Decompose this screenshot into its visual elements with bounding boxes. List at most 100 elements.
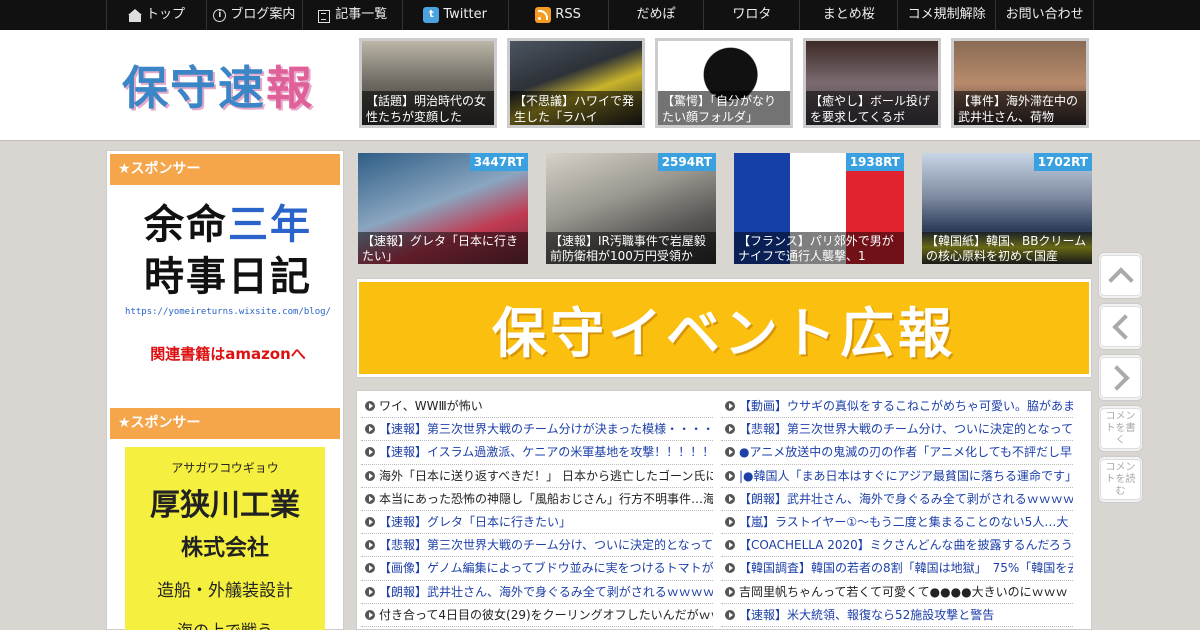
list-item[interactable]: 付き合って4日目の彼女(29)をクーリングオフしたいんだがｗｗ	[361, 604, 713, 627]
list-item[interactable]: 【COACHELLA 2020】ミクさんどんな曲を披露するんだろうね	[721, 534, 1073, 558]
event-banner[interactable]: 保守イベント広報	[356, 278, 1092, 378]
list-item[interactable]: |●韓国人「まあ日本はすぐにアジア最貧国に落ちる運命です」	[721, 465, 1073, 488]
event-banner-inner: 保守イベント広報	[359, 282, 1089, 374]
list-item[interactable]: 本当にあった恐怖の神隠し「風船おじさん」行方不明事件…海	[361, 488, 713, 511]
article-link[interactable]: 【速報】イスラム過激派、ケニアの米軍基地を攻撃！！！！！	[379, 445, 713, 459]
rt-count-badge: 1938RT	[845, 153, 904, 171]
article-list-right: 【動画】ウサギの真似をするこねこがめちゃ可愛い。脇があま 【悲報】第三次世界大戦…	[721, 395, 1073, 627]
list-item[interactable]: 吉岡里帆ちゃんって若くて可愛くて●●●●大きいのにｗｗｗ	[721, 581, 1073, 604]
article-link[interactable]: ●アニメ放送中の鬼滅の刃の作者「アニメ化しても不評だし早	[739, 445, 1072, 459]
list-item[interactable]: 【悲報】第三次世界大戦のチーム分け、ついに決定的となって	[361, 534, 713, 558]
ad-title-line2: 時事日記	[144, 254, 312, 300]
article-link[interactable]: 【速報】グレタ「日本に行きたい」	[379, 515, 571, 529]
sponsor-ad-asagawa[interactable]: アサガワコウギョウ 厚狭川工業 株式会社 造船・外艤装設計 海の上で戦う	[125, 447, 325, 630]
sponsor-heading: ★スポンサー	[110, 154, 340, 185]
article-link[interactable]: 【悲報】第三次世界大戦のチーム分け、ついに決定的となって	[379, 538, 713, 552]
article-link[interactable]: 【悲報】第三次世界大戦のチーム分け、ついに決定的となって	[739, 422, 1073, 436]
nav-contact[interactable]: お問い合わせ	[996, 0, 1095, 30]
scroll-top-button[interactable]	[1098, 252, 1143, 299]
article-link[interactable]: 【COACHELLA 2020】ミクさんどんな曲を披露するんだろうね	[739, 538, 1073, 552]
list-item[interactable]: 【動画】ウサギの真似をするこねこがめちゃ可愛い。脇があま	[721, 395, 1073, 419]
header-thumb[interactable]: 【驚愕】「自分がなりたい顔フォルダ」	[655, 38, 793, 128]
thumb-caption: 【話題】明治時代の女性たちが変顔した	[362, 91, 494, 125]
ad-company-name: 厚狭川工業	[150, 488, 300, 523]
chevron-left-icon	[1100, 306, 1141, 347]
ranking-item[interactable]: 2594RT 【速報】IR汚職事件で岩屋毅前防衛相が100万円受領か	[546, 153, 716, 264]
nav-label: ブログ案内	[230, 7, 296, 22]
ad-kana: アサガワコウギョウ	[171, 461, 279, 475]
nav-label: トップ	[145, 7, 185, 22]
nav-label: お問い合わせ	[1005, 7, 1084, 22]
article-link[interactable]: 【速報】米大統領、報復なら52施設攻撃と警告	[739, 608, 994, 622]
list-item[interactable]: 海外「日本に送り返すべきだ！」 日本から逃亡したゴーン氏に	[361, 465, 713, 488]
ad-title-line1: 余命三年	[123, 199, 333, 251]
banner-text: 保守イベント広報	[492, 301, 956, 365]
write-comment-button[interactable]: コメントを書く	[1098, 405, 1143, 452]
read-comment-label: コメントを読む	[1100, 459, 1141, 500]
ranking-item[interactable]: 1938RT 【フランス】パリ郊外で男がナイフで通行人襲撃、1	[734, 153, 904, 264]
next-article-button[interactable]	[1098, 354, 1143, 401]
article-link[interactable]: 【画像】ゲノム編集によってブドウ並みに実をつけるトマトが	[379, 561, 713, 575]
list-item[interactable]: 【悲報】第三次世界大戦のチーム分け、ついに決定的となって	[721, 418, 1073, 442]
logo-text: 報	[266, 61, 314, 115]
article-link[interactable]: 本当にあった恐怖の神隠し「風船おじさん」行方不明事件…海	[379, 492, 713, 506]
read-comment-button[interactable]: コメントを読む	[1098, 456, 1143, 503]
article-link[interactable]: 【朗報】武井壮さん、海外で身ぐるみ全て剥がされるｗｗｗｗ	[739, 492, 1073, 506]
sponsor-ad-yomei[interactable]: 余命三年 時事日記 https://yomeireturns.wixsite.c…	[123, 199, 333, 389]
article-link[interactable]: |●韓国人「まあ日本はすぐにアジア最貧国に落ちる運命です」	[739, 469, 1073, 483]
ad-amazon-link[interactable]: 関連書籍はamazonへ	[123, 343, 333, 364]
ad-url: https://yomeireturns.wixsite.com/blog/	[125, 307, 331, 317]
list-item[interactable]: 【速報】米大統領、報復なら52施設攻撃と警告	[721, 604, 1073, 627]
nav-top[interactable]: トップ	[107, 0, 207, 30]
article-link[interactable]: 【速報】第三次世界大戦のチーム分けが決まった模様・・・・	[379, 422, 713, 436]
article-link[interactable]: 吉岡里帆ちゃんって若くて可愛くて●●●●大きいのにｗｗｗ	[739, 585, 1068, 599]
header-thumb[interactable]: 【事件】海外滞在中の武井壮さん、荷物	[951, 38, 1089, 128]
twitter-icon: t	[423, 7, 440, 23]
ad-business: 造船・外艤装設計	[157, 581, 293, 601]
ranking-caption: 【速報】グレタ「日本に行きたい」	[358, 232, 528, 264]
list-item[interactable]: 【朗報】武井壮さん、海外で身ぐるみ全て剥がされるｗｗｗｗ	[361, 581, 713, 604]
list-item[interactable]: 【嵐】ラストイヤー①～もう二度と集まることのない5人…大	[721, 511, 1073, 535]
nav-label: コメ規制解除	[907, 7, 986, 22]
nav-label: ワロタ	[732, 7, 772, 22]
list-item[interactable]: 【速報】イスラム過激派、ケニアの米軍基地を攻撃！！！！！	[361, 441, 713, 465]
nav-twitter[interactable]: t Twitter	[403, 0, 509, 30]
ranking-caption: 【韓国紙】韓国、BBクリームの核心原料を初めて国産	[922, 232, 1092, 264]
list-item[interactable]: ワイ、WWⅢが怖い	[361, 395, 713, 419]
nav-warota[interactable]: ワロタ	[704, 0, 801, 30]
rss-icon	[535, 7, 552, 23]
article-link[interactable]: 【動画】ウサギの真似をするこねこがめちゃ可愛い。脇があま	[739, 399, 1073, 413]
list-item[interactable]: 【画像】ゲノム編集によってブドウ並みに実をつけるトマトが	[361, 557, 713, 581]
rt-count-badge: 3447RT	[469, 153, 528, 171]
nav-damepo[interactable]: だめぽ	[609, 0, 705, 30]
info-icon: i	[213, 8, 227, 22]
nav-blog-guide[interactable]: i ブログ案内	[207, 0, 303, 30]
list-item[interactable]: 【朗報】武井壮さん、海外で身ぐるみ全て剥がされるｗｗｗｗ	[721, 488, 1073, 511]
list-item[interactable]: 【速報】グレタ「日本に行きたい」	[361, 511, 713, 535]
article-link[interactable]: ワイ、WWⅢが怖い	[379, 399, 483, 413]
header-thumb[interactable]: 【話題】明治時代の女性たちが変顔した	[359, 38, 497, 128]
list-item[interactable]: 【速報】第三次世界大戦のチーム分けが決まった模様・・・・	[361, 418, 713, 442]
nav-comment-unblock[interactable]: コメ規制解除	[898, 0, 997, 30]
list-item[interactable]: 【韓国調査】韓国の若者の8割「韓国は地獄」 75%「韓国を去	[721, 557, 1073, 581]
nav-matome-sakura[interactable]: まとめ桜	[800, 0, 899, 30]
nav-rss[interactable]: RSS	[509, 0, 609, 30]
ranking-item[interactable]: 3447RT 【速報】グレタ「日本に行きたい」	[358, 153, 528, 264]
header-thumb[interactable]: 【癒やし】ボール投げを要求してくるボ	[803, 38, 941, 128]
article-link[interactable]: 【朗報】武井壮さん、海外で身ぐるみ全て剥がされるｗｗｗｗ	[379, 585, 713, 599]
list-item[interactable]: ●アニメ放送中の鬼滅の刃の作者「アニメ化しても不評だし早	[721, 441, 1073, 465]
article-link[interactable]: 海外「日本に送り返すべきだ！」 日本から逃亡したゴーン氏に	[379, 469, 713, 483]
ranking-item[interactable]: 1702RT 【韓国紙】韓国、BBクリームの核心原料を初めて国産	[922, 153, 1092, 264]
header-thumb[interactable]: 【不思議】ハワイで発生した「ラハイ	[507, 38, 645, 128]
nav-article-list[interactable]: 記事一覧	[303, 0, 403, 30]
thumb-caption: 【癒やし】ボール投げを要求してくるボ	[806, 91, 938, 125]
site-logo[interactable]: 保守速報	[122, 52, 322, 115]
nav-label: Twitter	[443, 7, 487, 22]
ranking-caption: 【速報】IR汚職事件で岩屋毅前防衛相が100万円受領か	[546, 232, 716, 264]
ad-company-type: 株式会社	[180, 536, 269, 561]
article-link[interactable]: 【嵐】ラストイヤー①～もう二度と集まることのない5人…大	[739, 515, 1068, 529]
article-link[interactable]: 【韓国調査】韓国の若者の8割「韓国は地獄」 75%「韓国を去	[739, 561, 1073, 575]
article-link[interactable]: 付き合って4日目の彼女(29)をクーリングオフしたいんだがｗｗ	[379, 608, 713, 622]
site-header: 保守速報 【話題】明治時代の女性たちが変顔した 【不思議】ハワイで発生した「ラハ…	[0, 30, 1200, 141]
prev-article-button[interactable]	[1098, 303, 1143, 350]
